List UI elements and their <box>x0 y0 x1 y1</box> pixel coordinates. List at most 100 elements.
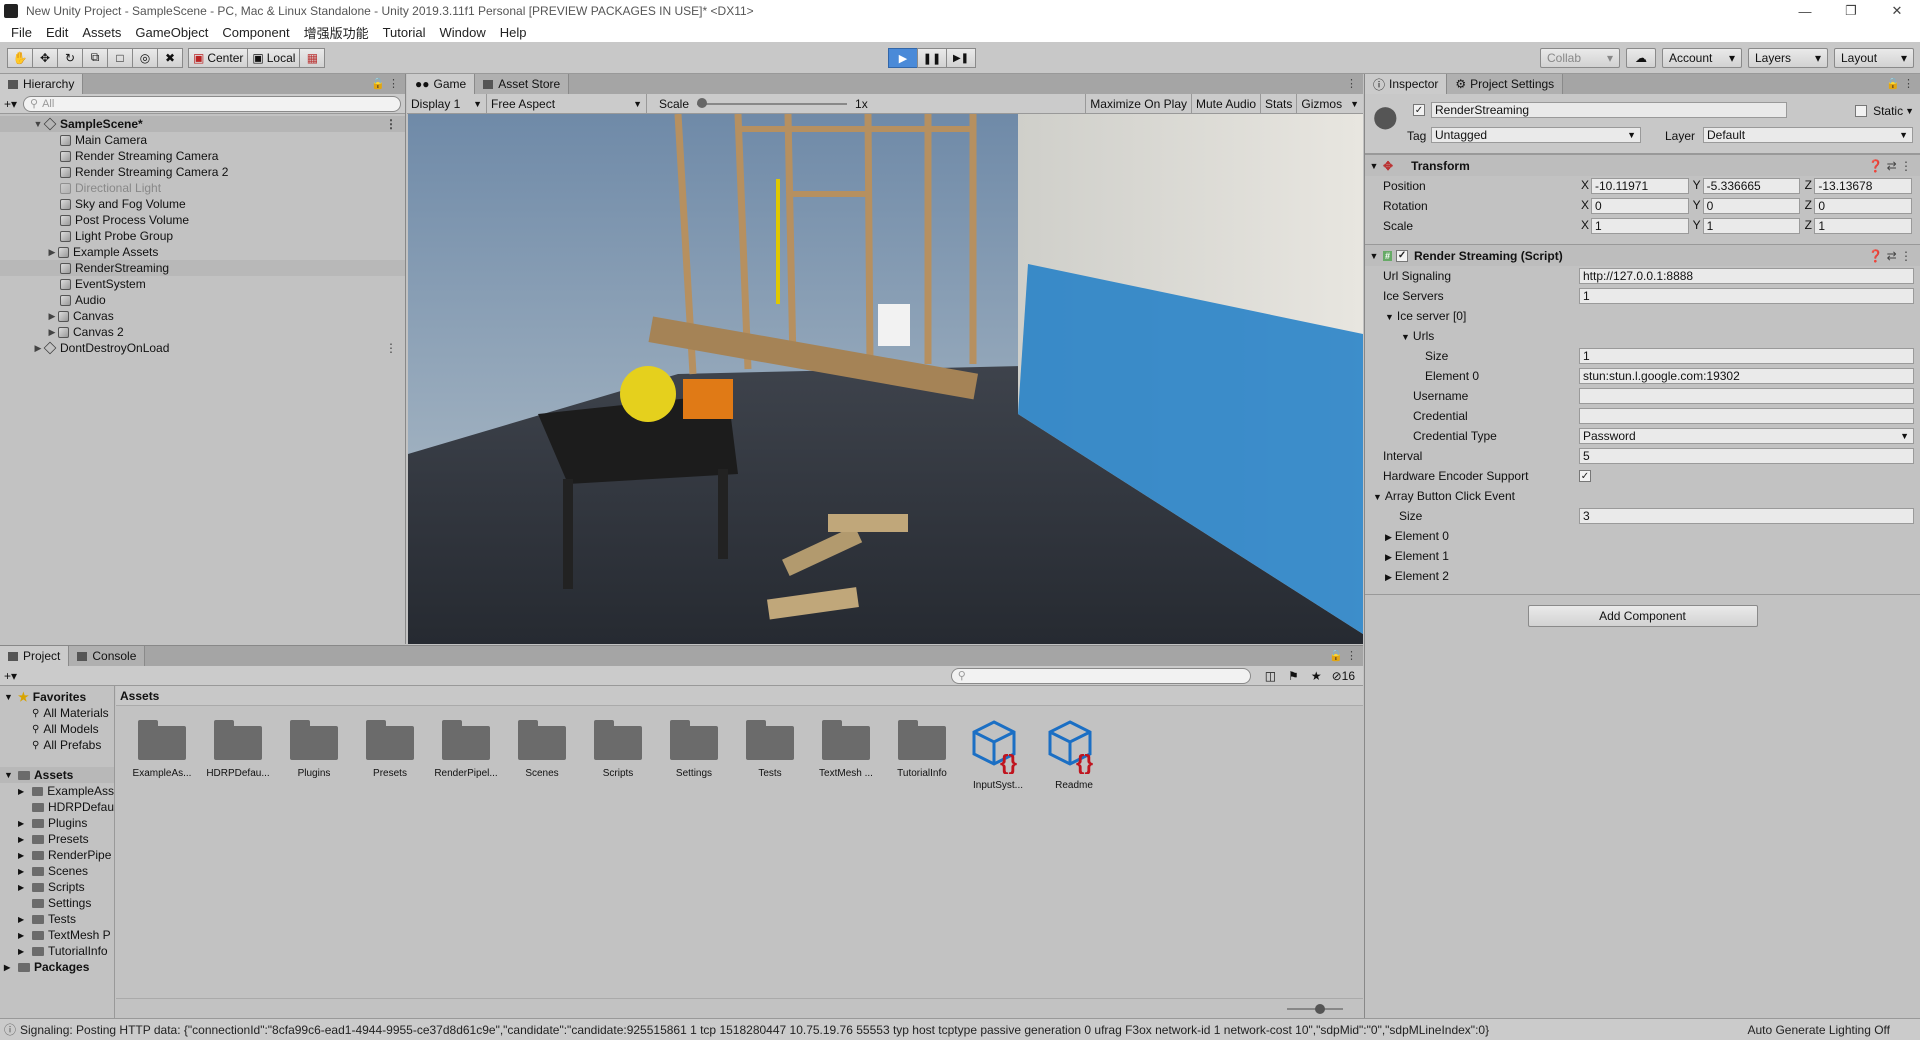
scene-row[interactable]: ▼ SampleScene* ⋮ <box>0 116 405 132</box>
list-item[interactable]: ▶ TutorialInfo <box>0 943 114 959</box>
expand-arrow-icon[interactable]: ▼ <box>32 119 44 129</box>
expand-arrow-icon[interactable]: ▶ <box>18 883 32 892</box>
credential-type-dropdown[interactable]: Password ▼ <box>1579 428 1914 444</box>
close-icon[interactable]: ✕ <box>1874 0 1920 22</box>
array-element-0-row[interactable]: ▶ Element 0 <box>1365 526 1920 546</box>
script-enabled-checkbox[interactable]: ✓ <box>1396 249 1409 262</box>
hw-encoder-checkbox[interactable]: ✓ <box>1579 470 1591 482</box>
gizmos-chevron-icon[interactable]: ▼ <box>1346 99 1363 109</box>
expand-arrow-icon[interactable]: ▶ <box>18 915 32 924</box>
expand-arrow-icon[interactable]: ▶ <box>4 963 18 972</box>
list-item[interactable]: Render Streaming Camera <box>0 148 405 164</box>
gizmos-toggle[interactable]: Gizmos <box>1296 94 1346 113</box>
asset-file[interactable]: {} Readme <box>1036 718 1112 791</box>
list-item[interactable]: Settings <box>0 895 114 911</box>
layers-dropdown[interactable]: Layers ▾ <box>1748 48 1828 68</box>
expand-arrow-icon[interactable]: ▶ <box>18 851 32 860</box>
hand-tool-icon[interactable]: ✋ <box>7 47 33 68</box>
custom-tool-icon[interactable]: ✖ <box>157 47 183 68</box>
menu-help[interactable]: Help <box>493 25 534 40</box>
tab-project[interactable]: Project <box>0 646 70 666</box>
lock-icon[interactable]: 🔒 ⋮ <box>1886 77 1914 90</box>
kebab-icon[interactable]: ⋮ <box>1346 77 1357 90</box>
transform-tool-icon[interactable]: ◎ <box>132 47 158 68</box>
cloud-icon[interactable]: ☁ <box>1626 48 1656 68</box>
expand-arrow-icon[interactable]: ▶ <box>18 819 32 828</box>
rotation-x-field[interactable]: 0 <box>1591 198 1689 214</box>
scale-slider[interactable] <box>697 97 848 110</box>
asset-file[interactable]: {} InputSyst... <box>960 718 1036 791</box>
list-item[interactable]: ⚲ All Prefabs <box>0 737 114 753</box>
foldout-icon[interactable]: ▼ <box>1365 161 1383 171</box>
asset-folder[interactable]: TutorialInfo <box>884 720 960 779</box>
list-item[interactable]: Post Process Volume <box>0 212 405 228</box>
layer-dropdown[interactable]: Default ▼ <box>1703 127 1913 143</box>
rotate-tool-icon[interactable]: ↻ <box>57 47 83 68</box>
scale-z-field[interactable]: 1 <box>1814 218 1913 234</box>
rotation-z-field[interactable]: 0 <box>1814 198 1913 214</box>
list-item[interactable]: Sky and Fog Volume <box>0 196 405 212</box>
tag-dropdown[interactable]: Untagged ▼ <box>1431 127 1641 143</box>
list-item[interactable]: ▶ Presets <box>0 831 114 847</box>
pivot-local-button[interactable]: ▣ Local <box>247 47 301 68</box>
list-item[interactable]: ▶ TextMesh P <box>0 927 114 943</box>
expand-arrow-icon[interactable]: ▶ <box>18 835 32 844</box>
expand-arrow-icon[interactable]: ▶ <box>18 947 32 956</box>
array-element-1-row[interactable]: ▶ Element 1 <box>1365 546 1920 566</box>
hidden-packages-toggle[interactable]: ⊘16 <box>1332 669 1355 683</box>
layout-dropdown[interactable]: Layout ▾ <box>1834 48 1914 68</box>
static-toggle[interactable]: Static ▼ <box>1855 104 1914 118</box>
asset-folder[interactable]: Plugins <box>276 720 352 779</box>
asset-folder[interactable]: Presets <box>352 720 428 779</box>
foldout-icon[interactable]: ▶ <box>1385 532 1392 542</box>
tab-asset-store[interactable]: Asset Store <box>475 74 570 94</box>
asset-folder[interactable]: Scenes <box>504 720 580 779</box>
urls-size-field[interactable]: 1 <box>1579 348 1914 364</box>
favorites-row[interactable]: ▼ ★ Favorites <box>0 689 114 705</box>
asset-folder[interactable]: HDRPDefau... <box>200 720 276 779</box>
minimize-icon[interactable]: — <box>1782 0 1828 22</box>
move-tool-icon[interactable]: ✥ <box>32 47 58 68</box>
list-item[interactable]: ▶ Canvas 2 <box>0 324 405 340</box>
list-item[interactable]: ▶ Canvas <box>0 308 405 324</box>
list-item[interactable]: EventSystem <box>0 276 405 292</box>
add-component-button[interactable]: Add Component <box>1527 605 1758 627</box>
credential-field[interactable] <box>1579 408 1914 424</box>
rotation-y-field[interactable]: 0 <box>1702 198 1801 214</box>
list-item[interactable]: Light Probe Group <box>0 228 405 244</box>
asset-folder[interactable]: RenderPipel... <box>428 720 504 779</box>
account-dropdown[interactable]: Account ▾ <box>1662 48 1742 68</box>
project-search-input[interactable]: ⚲ <box>950 667 1251 684</box>
static-checkbox[interactable] <box>1855 105 1868 117</box>
restore-icon[interactable]: ❐ <box>1828 0 1874 22</box>
foldout-icon[interactable]: ▼ <box>1373 492 1382 502</box>
foldout-icon[interactable]: ▼ <box>1401 332 1410 342</box>
mute-audio-toggle[interactable]: Mute Audio <box>1191 94 1260 113</box>
menu-component[interactable]: Component <box>215 25 296 40</box>
aspect-dropdown[interactable]: Free Aspect ▼ <box>487 94 647 113</box>
foldout-icon[interactable]: ▼ <box>1385 312 1394 322</box>
tab-inspector[interactable]: ⓘ Inspector <box>1365 74 1448 94</box>
array-event-row[interactable]: ▼ Array Button Click Event <box>1365 486 1920 506</box>
kebab-icon[interactable]: ⋮ <box>385 341 397 355</box>
expand-arrow-icon[interactable]: ▶ <box>32 343 44 354</box>
foldout-icon[interactable]: ▼ <box>1365 251 1383 261</box>
lock-icon[interactable]: 🔒 ⋮ <box>1329 649 1357 662</box>
expand-arrow-icon[interactable]: ▶ <box>18 867 32 876</box>
tab-project-settings[interactable]: ⚙ Project Settings <box>1447 74 1564 94</box>
slider-thumb[interactable] <box>1315 1004 1325 1014</box>
collab-button[interactable]: Collab ▾ <box>1540 48 1620 68</box>
list-item[interactable]: ▶ RenderPipe <box>0 847 114 863</box>
auto-lighting-status[interactable]: Auto Generate Lighting Off <box>1747 1023 1890 1037</box>
step-button[interactable]: ▶❚ <box>946 48 976 68</box>
menu-window[interactable]: Window <box>432 25 492 40</box>
foldout-icon[interactable]: ▶ <box>1385 552 1392 562</box>
kebab-icon[interactable]: ⋮ <box>385 117 397 131</box>
interval-field[interactable]: 5 <box>1579 448 1914 464</box>
display-dropdown[interactable]: Display 1 ▼ <box>407 94 487 113</box>
list-item[interactable]: ▶ Scripts <box>0 879 114 895</box>
foldout-icon[interactable]: ▶ <box>1385 572 1392 582</box>
component-actions[interactable]: ❓ ⇄ ⋮ <box>1868 249 1912 263</box>
active-checkbox[interactable]: ✓ <box>1413 104 1425 116</box>
expand-arrow-icon[interactable]: ▶ <box>18 787 32 796</box>
